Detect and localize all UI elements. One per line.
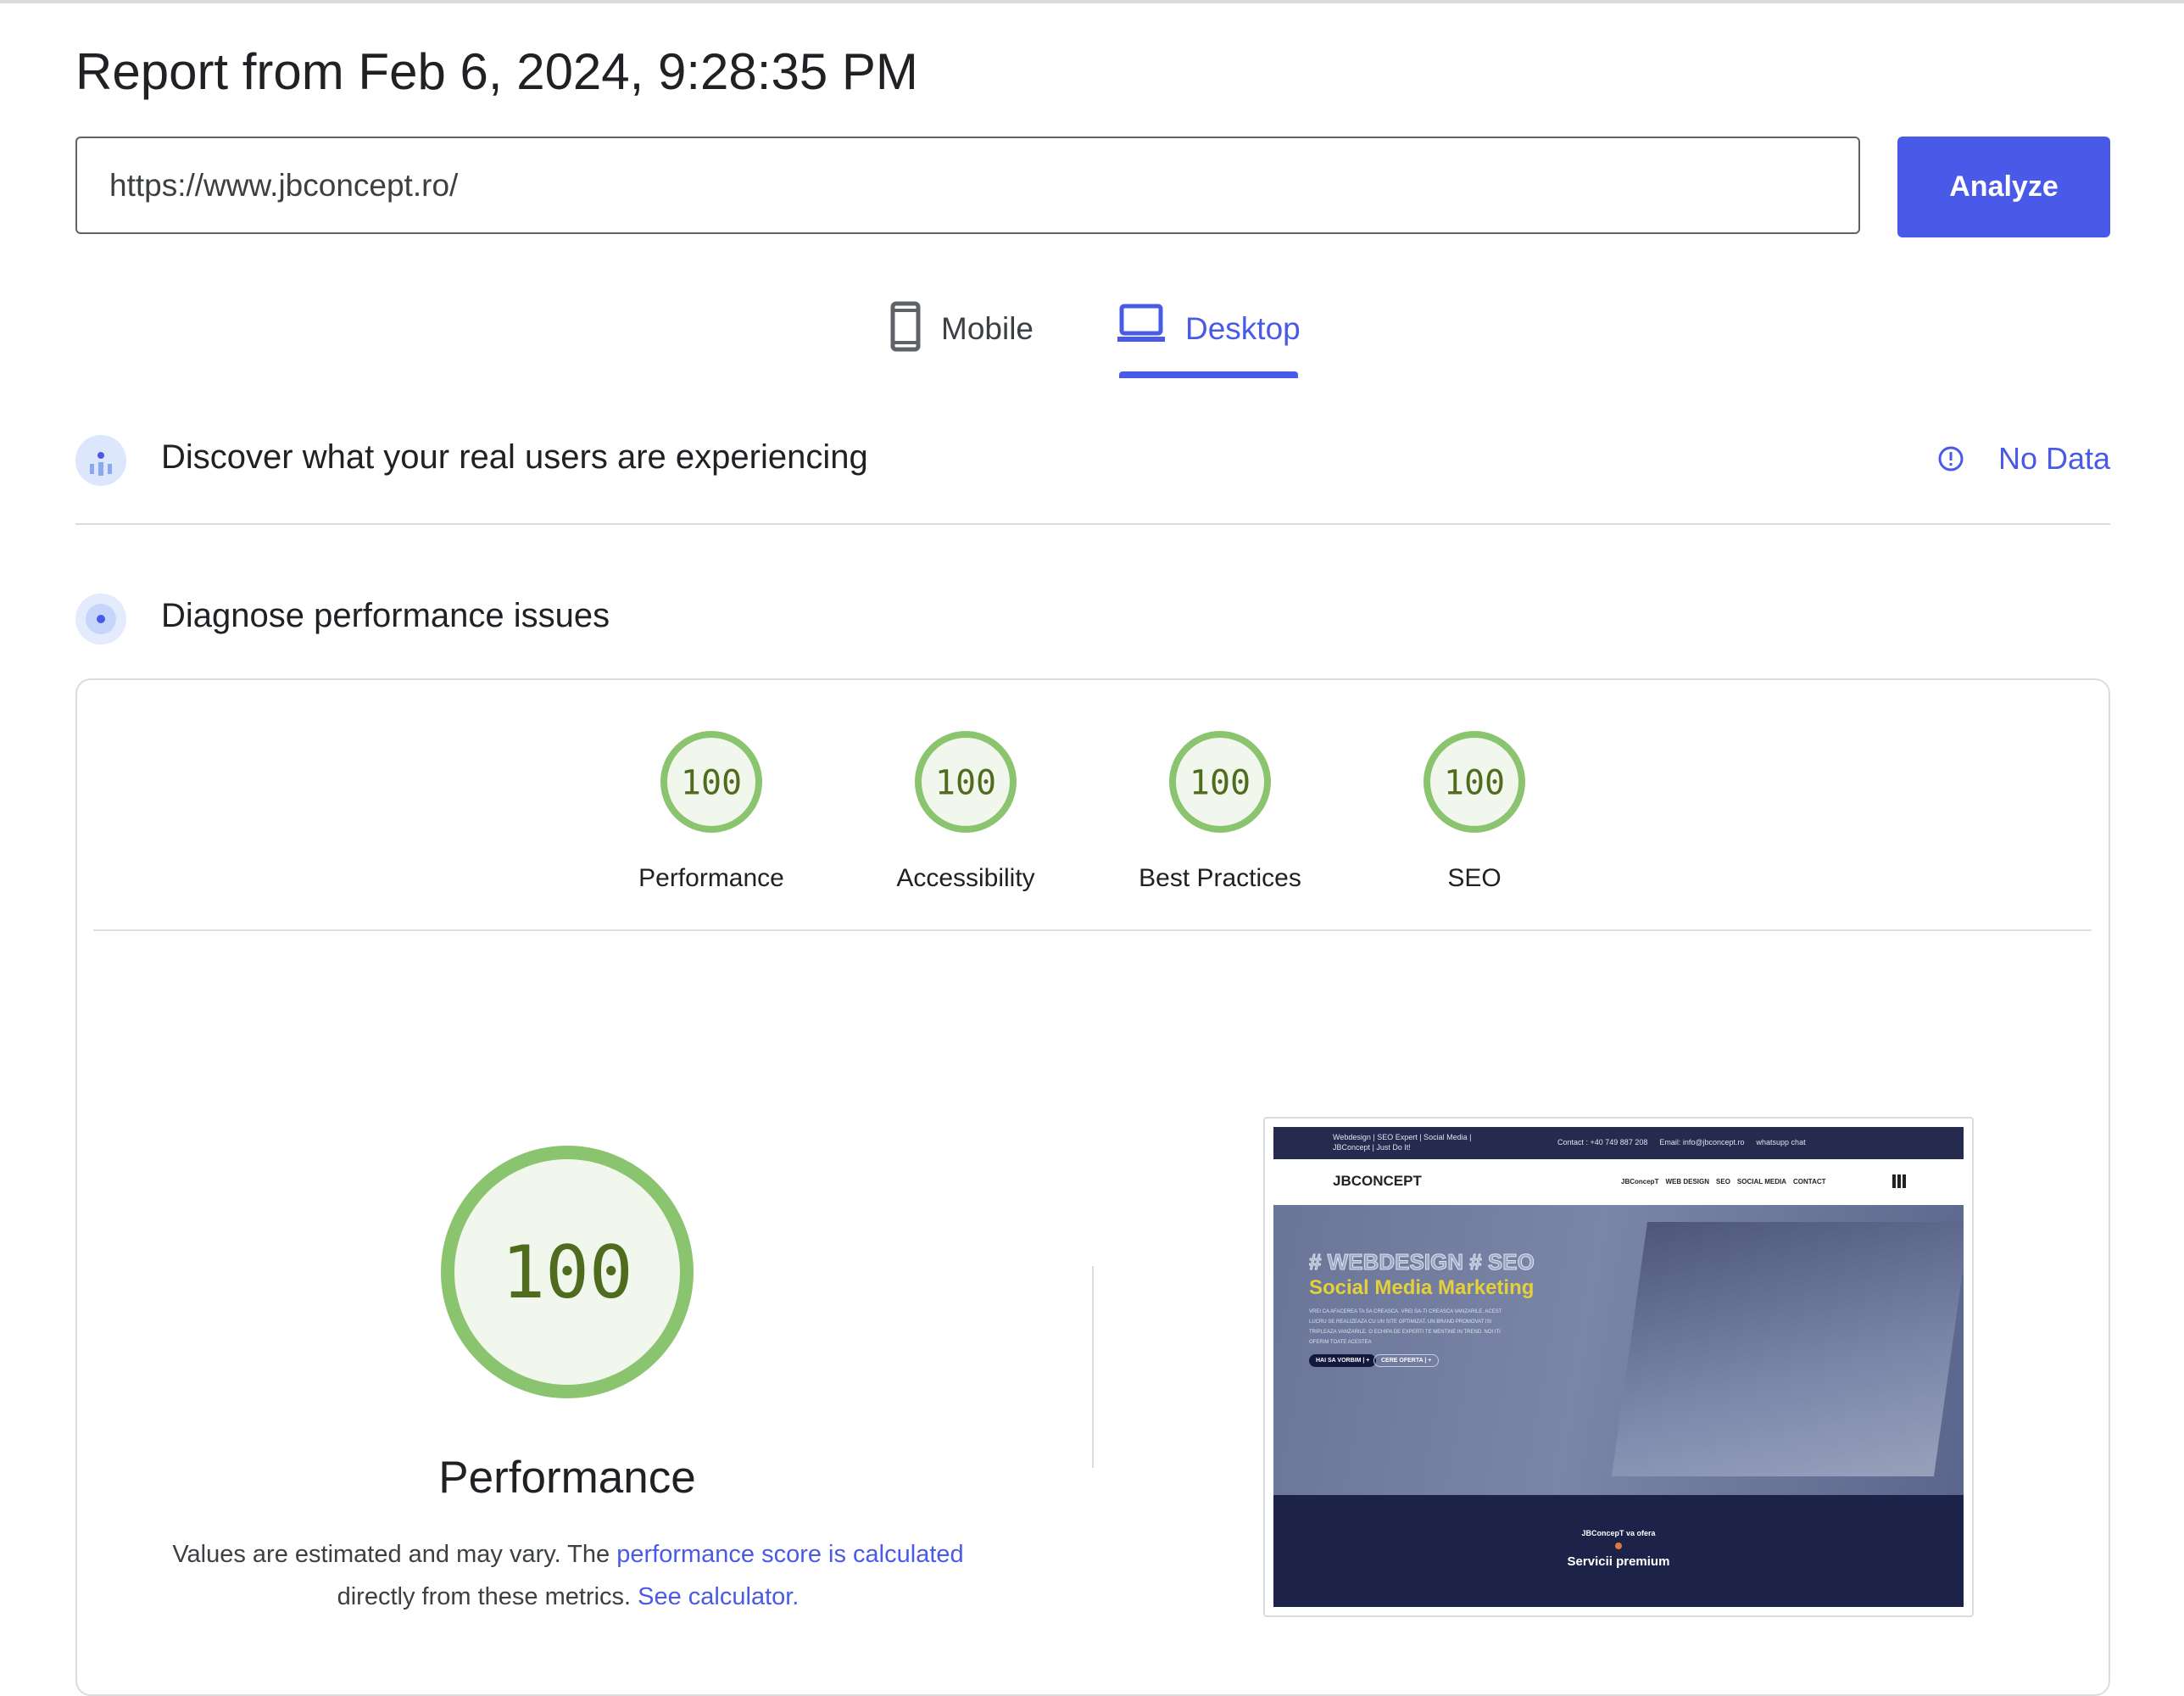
performance-gauge-large: 100 <box>441 1146 694 1398</box>
screenshot-nav-item: SOCIAL MEDIA <box>1736 1178 1786 1186</box>
screenshot-nav: JBCONCEPT JBConcepT WEB DESIGN SEO SOCIAL M… <box>1273 1159 1964 1205</box>
screenshot-button: CERE OFERTA | + <box>1373 1354 1440 1367</box>
divider <box>75 523 2110 525</box>
lab-data-title: Diagnose performance issues <box>161 597 610 634</box>
performance-score: 100 <box>501 1230 632 1315</box>
tab-label: Desktop <box>1185 311 1301 346</box>
gauge-ring: 100 <box>1424 731 1525 833</box>
vertical-divider <box>1092 1266 1094 1468</box>
screenshot-nav-item: WEB DESIGN <box>1665 1178 1710 1186</box>
gauge-icon <box>75 594 126 644</box>
screenshot-topbar: Webdesign | SEO Expert | Social Media | … <box>1273 1127 1964 1159</box>
no-data-label: No Data <box>1998 441 2111 476</box>
screenshot-text: # WEBDESIGN # SEO <box>1309 1249 1535 1275</box>
laptop-icon <box>1117 304 1165 342</box>
grid-menu-icon <box>1892 1174 1906 1188</box>
screenshot-hero: # WEBDESIGN # SEO Social Media Marketing… <box>1273 1205 1964 1495</box>
gauge-ring: 100 <box>1169 731 1271 833</box>
screenshot-text: Contact : +40 749 887 208 <box>1557 1138 1648 1146</box>
score-value: 100 <box>681 763 742 802</box>
score-value: 100 <box>1190 763 1251 802</box>
desc-text: directly from these metrics. <box>337 1583 638 1610</box>
url-input[interactable] <box>75 137 1860 234</box>
score-gauge-accessibility[interactable]: 100 Accessibility <box>864 729 1067 893</box>
see-calculator-link[interactable]: See calculator. <box>638 1583 799 1610</box>
score-label: Performance <box>638 864 784 892</box>
tab-mobile[interactable]: Mobile <box>890 301 1034 379</box>
score-gauge-seo[interactable]: 100 SEO <box>1373 729 1576 893</box>
tab-active-indicator <box>1119 371 1298 378</box>
top-border <box>0 0 2184 3</box>
screenshot-text: Email: info@jbconcept.ro <box>1659 1138 1745 1146</box>
score-value: 100 <box>935 763 996 802</box>
score-gauge-performance[interactable]: 100 Performance <box>610 729 813 893</box>
score-label: Accessibility <box>896 864 1035 892</box>
screenshot-text: JBConcepT va ofera <box>1581 1529 1656 1537</box>
screenshot-nav-item: SEO <box>1716 1178 1730 1186</box>
report-title: Report from Feb 6, 2024, 9:28:35 PM <box>75 43 918 100</box>
screenshot-footer: JBConcepT va ofera Servicii premium <box>1273 1495 1964 1607</box>
divider <box>93 929 2092 931</box>
screenshot-text: whatsupp chat <box>1756 1138 1806 1146</box>
field-data-title: Discover what your real users are experi… <box>161 438 868 476</box>
score-gauge-best-practices[interactable]: 100 Best Practices <box>1118 729 1322 893</box>
divider-ornament-icon <box>1615 1543 1622 1549</box>
score-label: SEO <box>1447 864 1502 892</box>
smartphone-icon <box>890 301 921 352</box>
screenshot-text: VREI CA AFACEREA TA SA CREASCA. VREI SA-… <box>1309 1309 1502 1345</box>
screenshot-button: HAI SA VORBIM | + <box>1309 1354 1377 1367</box>
performance-title: Performance <box>438 1453 696 1503</box>
screenshot-text: Webdesign | SEO Expert | Social Media | … <box>1333 1133 1472 1152</box>
tab-label: Mobile <box>941 311 1034 346</box>
screenshot-logo: JBCONCEPT <box>1333 1173 1422 1189</box>
gauge-ring: 100 <box>660 731 762 833</box>
screenshot-text: Servicii premium <box>1567 1554 1670 1569</box>
users-icon <box>75 435 126 486</box>
score-label: Best Practices <box>1139 864 1301 892</box>
screenshot-nav-item: JBConcepT <box>1621 1178 1659 1186</box>
tab-desktop[interactable]: Desktop <box>1117 301 1301 379</box>
gauge-ring: 100 <box>915 731 1017 833</box>
score-calculation-link[interactable]: performance score is calculated <box>616 1541 963 1568</box>
screenshot-text: Social Media Marketing <box>1309 1276 1535 1299</box>
score-value: 100 <box>1444 763 1505 802</box>
desc-text: Values are estimated and may vary. The <box>172 1541 617 1568</box>
screenshot-nav-item: CONTACT <box>1793 1178 1826 1186</box>
field-data-status[interactable]: No Data <box>1937 441 2110 477</box>
analyze-button[interactable]: Analyze <box>1897 137 2110 237</box>
info-icon <box>1938 446 1964 471</box>
performance-description: Values are estimated and may vary. The p… <box>127 1533 1009 1618</box>
page-screenshot: Webdesign | SEO Expert | Social Media | … <box>1263 1117 1974 1617</box>
